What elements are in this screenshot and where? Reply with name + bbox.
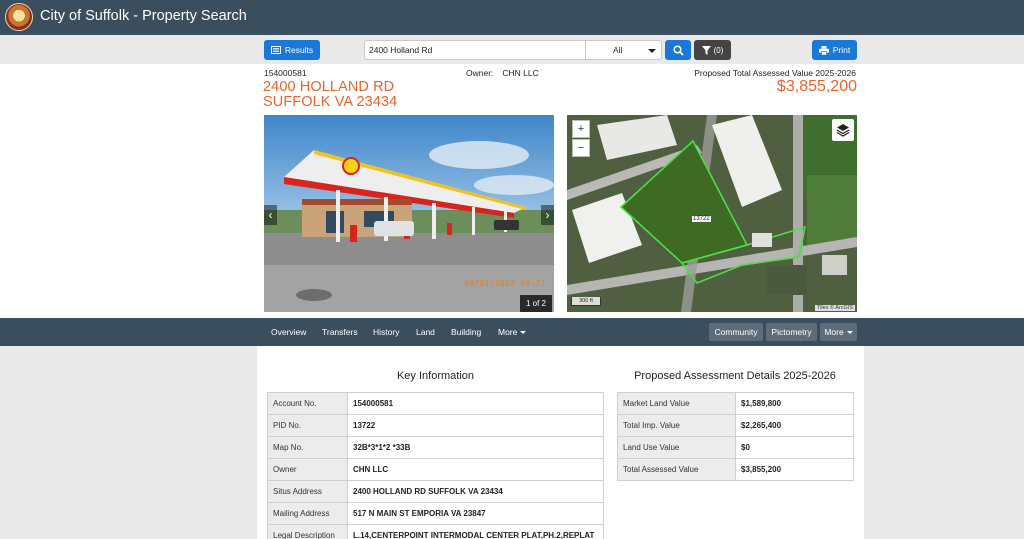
row-label: Owner xyxy=(267,458,348,481)
list-icon xyxy=(270,46,281,54)
table-row: Owner CHN LLC xyxy=(267,458,604,481)
row-value: 32B*3*1*2 *33B xyxy=(347,436,604,459)
tab-more-label: More xyxy=(498,327,518,337)
row-value: $1,589,800 xyxy=(735,392,854,415)
row-label: Total Imp. Value xyxy=(617,414,736,437)
tab-overview[interactable]: Overview xyxy=(271,327,306,337)
photo-prev-button[interactable]: ‹ xyxy=(264,205,277,225)
row-value: $3,855,200 xyxy=(735,458,854,481)
search-icon xyxy=(672,44,684,56)
row-label: Legal Description xyxy=(267,524,348,539)
account-number: 154000581 xyxy=(264,68,307,78)
parcel-id-label: 13722 xyxy=(692,216,711,222)
property-summary-panel: 154000581 Owner: CHN LLC 2400 HOLLAND RD … xyxy=(0,64,1024,318)
table-row: Account No. 154000581 xyxy=(267,392,604,415)
owner-name: CHN LLC xyxy=(502,68,539,78)
row-value: CHN LLC xyxy=(347,458,604,481)
row-label: Map No. xyxy=(267,436,348,459)
table-row: Market Land Value $1,589,800 xyxy=(617,392,854,415)
filter-count: (0) xyxy=(713,45,724,55)
filter-button[interactable]: (0) xyxy=(694,40,731,60)
row-value: 13722 xyxy=(347,414,604,437)
caret-down-icon xyxy=(520,331,527,335)
results-button[interactable]: Results xyxy=(264,40,320,60)
key-info-title: Key Information xyxy=(396,370,475,382)
owner-line: Owner: CHN LLC xyxy=(466,68,539,78)
assessment-title: Proposed Assessment Details 2025-2026 xyxy=(634,370,836,382)
tab-land[interactable]: Land xyxy=(416,327,435,337)
table-row: Total Assessed Value $3,855,200 xyxy=(617,458,854,481)
print-button[interactable]: Print xyxy=(812,40,857,60)
row-label: Mailing Address xyxy=(267,502,348,525)
assessed-value-label: Proposed Total Assessed Value 2025-2026 xyxy=(694,68,856,78)
photo-next-button[interactable]: › xyxy=(541,205,554,225)
assessed-value: $3,855,200 xyxy=(776,78,857,95)
row-label: Situs Address xyxy=(267,480,348,503)
row-value: 2400 HOLLAND RD SUFFOLK VA 23434 xyxy=(347,480,604,503)
layers-button[interactable] xyxy=(832,119,854,141)
caret-down-icon xyxy=(846,330,853,334)
scope-selected-value: All xyxy=(613,45,623,55)
row-value: $2,265,400 xyxy=(735,414,854,437)
details-content: Key Information Account No. 154000581 PID … xyxy=(257,346,864,539)
tab-history[interactable]: History xyxy=(373,327,399,337)
search-input[interactable] xyxy=(364,40,586,60)
row-label: Market Land Value xyxy=(617,392,736,415)
table-row: Legal Description L.14,CENTERPOINT INTERM… xyxy=(267,524,604,539)
layers-icon xyxy=(836,124,850,137)
pictometry-button[interactable]: Pictometry xyxy=(766,323,817,341)
search-button[interactable] xyxy=(665,40,691,60)
owner-label: Owner: xyxy=(466,68,494,78)
print-label: Print xyxy=(832,45,851,55)
key-info-table: Account No. 154000581 PID No. 13722 Map No. 3… xyxy=(267,392,604,539)
more-menu-button[interactable]: More xyxy=(820,323,857,341)
community-button[interactable]: Community xyxy=(709,323,763,341)
detail-navbar: Overview Transfers History Land Building… xyxy=(0,318,1024,346)
search-toolbar: Results All (0) Print xyxy=(0,35,1024,64)
row-label: Account No. xyxy=(267,392,348,415)
table-row: Total Imp. Value $2,265,400 xyxy=(617,414,854,437)
map-attribution: Tiles © ArcGIS xyxy=(815,305,855,311)
row-value: 517 N MAIN ST EMPORIA VA 23847 xyxy=(347,502,604,525)
photo-counter: 1 of 2 xyxy=(520,295,552,312)
row-label: Total Assessed Value xyxy=(617,458,736,481)
table-row: Situs Address 2400 HOLLAND RD SUFFOLK VA … xyxy=(267,480,604,503)
app-header: City of Suffolk - Property Search xyxy=(0,0,1024,35)
printer-icon xyxy=(818,45,829,55)
tab-building[interactable]: Building xyxy=(451,327,481,337)
table-row: Mailing Address 517 N MAIN ST EMPORIA VA … xyxy=(267,502,604,525)
map-scale-bar: 300 ft xyxy=(571,297,601,306)
more-menu-label: More xyxy=(824,327,844,337)
row-label: PID No. xyxy=(267,414,348,437)
row-value: $0 xyxy=(735,436,854,459)
tab-more[interactable]: More xyxy=(498,327,527,337)
table-row: PID No. 13722 xyxy=(267,414,604,437)
table-row: Map No. 32B*3*1*2 *33B xyxy=(267,436,604,459)
property-photo-carousel[interactable]: ‹ › 09/01/2024 09:31 1 of 2 xyxy=(264,115,554,312)
filter-icon xyxy=(701,45,711,55)
property-address-line2: SUFFOLK VA 23434 xyxy=(263,94,398,110)
zoom-out-button[interactable]: − xyxy=(572,139,590,157)
zoom-in-button[interactable]: + xyxy=(572,120,590,138)
chevron-down-icon xyxy=(648,49,656,53)
parcel-map[interactable]: + − 13722 300 ft Tiles © ArcGIS xyxy=(567,115,857,312)
row-value: 154000581 xyxy=(347,392,604,415)
row-value: L.14,CENTERPOINT INTERMODAL CENTER PLAT,… xyxy=(347,524,604,539)
aerial-map xyxy=(567,115,857,312)
tab-transfers[interactable]: Transfers xyxy=(322,327,358,337)
city-seal-logo[interactable] xyxy=(5,3,33,31)
scope-select[interactable]: All xyxy=(586,40,662,60)
table-row: Land Use Value $0 xyxy=(617,436,854,459)
app-title: City of Suffolk - Property Search xyxy=(40,8,247,24)
row-label: Land Use Value xyxy=(617,436,736,459)
photo-timestamp: 09/01/2024 09:31 xyxy=(464,279,546,288)
assessment-table: Market Land Value $1,589,800 Total Imp. Va… xyxy=(617,392,854,481)
property-address-line1: 2400 HOLLAND RD xyxy=(263,79,395,95)
results-label: Results xyxy=(284,45,314,55)
